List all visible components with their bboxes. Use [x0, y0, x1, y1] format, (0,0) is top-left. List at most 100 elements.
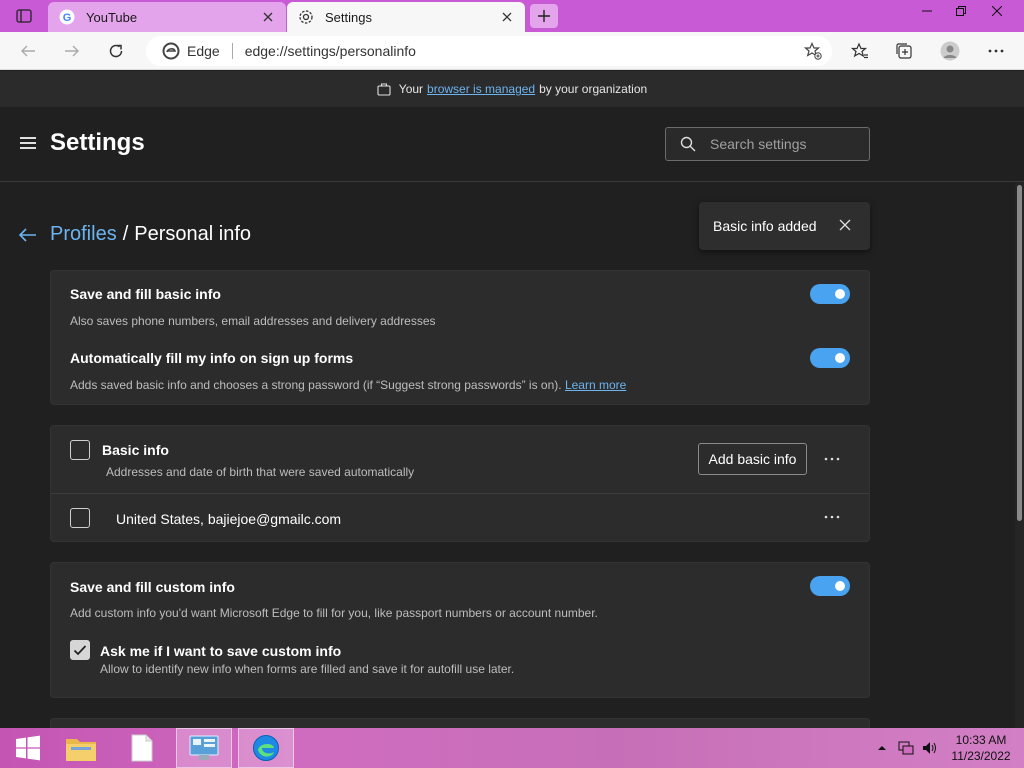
more-icon: [824, 515, 840, 519]
avatar-icon: [940, 41, 960, 61]
divider: [51, 493, 869, 494]
network-icon[interactable]: [898, 740, 914, 756]
taskbar: 10:33 AM 11/23/2022: [0, 728, 1024, 768]
browser-managed-link[interactable]: browser is managed: [427, 82, 535, 96]
browser-label: Edge: [187, 43, 220, 59]
arrow-left-icon: [21, 45, 35, 57]
basic-info-title: Basic info: [102, 442, 169, 458]
ask-save-custom-checkbox[interactable]: [70, 640, 90, 660]
save-basic-info-toggle[interactable]: [810, 284, 850, 304]
scrollbar[interactable]: [1015, 183, 1024, 728]
clock-time: 10:33 AM: [955, 733, 1007, 747]
back-arrow-icon[interactable]: [18, 225, 38, 245]
control-panel-button[interactable]: [176, 728, 232, 768]
ask-save-custom-title: Ask me if I want to save custom info: [100, 643, 342, 659]
title-bar: G YouTube Settings: [0, 0, 1024, 32]
forward-button[interactable]: [58, 37, 86, 65]
gear-icon: [297, 8, 315, 26]
collections-button[interactable]: [890, 37, 918, 65]
tab-actions-button[interactable]: [8, 3, 40, 29]
edge-icon: [253, 735, 279, 761]
menu-icon[interactable]: [20, 137, 36, 151]
volume-icon[interactable]: [922, 740, 938, 756]
banner-prefix: Your: [398, 82, 424, 96]
url-text[interactable]: edge://settings/personalinfo: [245, 43, 416, 59]
auto-fill-desc: Adds saved basic info and chooses a stro…: [70, 378, 626, 392]
entry-checkbox[interactable]: [70, 508, 90, 528]
learn-more-link[interactable]: Learn more: [565, 378, 626, 392]
custom-info-toggle[interactable]: [810, 576, 850, 596]
page-title: Settings: [50, 129, 145, 156]
tab-label: Settings: [325, 9, 372, 25]
minimize-button[interactable]: [910, 0, 944, 22]
address-bar[interactable]: Edge edge://settings/personalinfo: [146, 36, 832, 66]
new-tab-button[interactable]: [530, 4, 558, 28]
file-explorer-button[interactable]: [53, 728, 109, 768]
restore-icon: [956, 6, 966, 16]
close-toast-icon[interactable]: [836, 216, 854, 234]
address-separator: [231, 43, 233, 59]
tab-actions-icon: [16, 9, 32, 23]
tab-youtube[interactable]: G YouTube: [48, 2, 286, 32]
close-tab-icon[interactable]: [499, 9, 515, 25]
favorites-button[interactable]: [846, 37, 874, 65]
scrollbar-thumb[interactable]: [1017, 185, 1022, 521]
basic-info-desc: Addresses and date of birth that were sa…: [106, 465, 415, 479]
tab-settings[interactable]: Settings: [287, 2, 525, 32]
next-card: [50, 718, 870, 728]
auto-fill-title: Automatically fill my info on sign up fo…: [70, 350, 354, 366]
refresh-icon: [109, 44, 123, 58]
basic-info-added-toast: Basic info added: [699, 202, 870, 250]
svg-text:G: G: [63, 12, 72, 24]
plus-icon: [538, 10, 550, 22]
checkmark-icon: [73, 645, 87, 656]
back-button[interactable]: [14, 37, 42, 65]
google-icon: G: [58, 8, 76, 26]
more-menu-button[interactable]: [982, 37, 1010, 65]
navigation-bar: Edge edge://settings/personalinfo: [0, 32, 1024, 70]
restore-button[interactable]: [944, 0, 978, 22]
control-panel-icon: [189, 735, 219, 760]
custom-info-desc: Add custom info you'd want Microsoft Edg…: [70, 606, 598, 620]
basic-info-select-all-checkbox[interactable]: [70, 440, 90, 460]
auto-fill-toggle[interactable]: [810, 348, 850, 368]
clock-date: 11/23/2022: [951, 749, 1011, 763]
custom-info-card: Save and fill custom info Add custom inf…: [50, 562, 870, 698]
ask-save-custom-desc: Allow to identify new info when forms ar…: [100, 662, 515, 676]
custom-info-title: Save and fill custom info: [70, 579, 235, 595]
arrow-right-icon: [65, 45, 79, 57]
toast-text: Basic info added: [713, 218, 817, 234]
refresh-button[interactable]: [102, 37, 130, 65]
close-window-button[interactable]: [980, 0, 1014, 22]
edge-icon: [162, 42, 180, 60]
managed-banner: Your browser is managed by your organiza…: [0, 71, 1024, 107]
briefcase-icon: [377, 83, 391, 96]
more-icon: [988, 49, 1004, 53]
start-button[interactable]: [0, 728, 56, 768]
minimize-icon: [922, 10, 932, 12]
basic-info-more-button[interactable]: [821, 449, 843, 469]
save-basic-info-desc: Also saves phone numbers, email addresse…: [70, 314, 436, 328]
breadcrumb-separator: /: [122, 223, 129, 245]
tab-label: YouTube: [86, 9, 138, 25]
notepad-button[interactable]: [114, 728, 170, 768]
save-basic-info-title: Save and fill basic info: [70, 286, 221, 302]
show-hidden-icons[interactable]: [874, 740, 890, 756]
search-icon: [680, 136, 696, 152]
system-clock[interactable]: 10:33 AM 11/23/2022: [945, 732, 1017, 764]
entry-more-button[interactable]: [821, 507, 843, 527]
add-favorite-icon[interactable]: [802, 41, 824, 61]
folder-icon: [66, 739, 96, 761]
search-placeholder: Search settings: [710, 136, 807, 152]
chevron-up-icon: [878, 746, 886, 750]
edge-taskbar-button[interactable]: [238, 728, 294, 768]
breadcrumb-profiles-link[interactable]: Profiles: [50, 223, 117, 246]
breadcrumb-current: Personal info: [134, 223, 252, 245]
close-icon: [992, 6, 1002, 16]
add-basic-info-button[interactable]: Add basic info: [698, 443, 807, 475]
auto-fill-desc-text: Adds saved basic info and chooses a stro…: [70, 378, 562, 392]
profile-button[interactable]: [936, 37, 964, 65]
close-tab-icon[interactable]: [260, 9, 276, 25]
breadcrumb: Profiles / Personal info: [18, 223, 251, 246]
search-input[interactable]: Search settings: [665, 127, 870, 161]
